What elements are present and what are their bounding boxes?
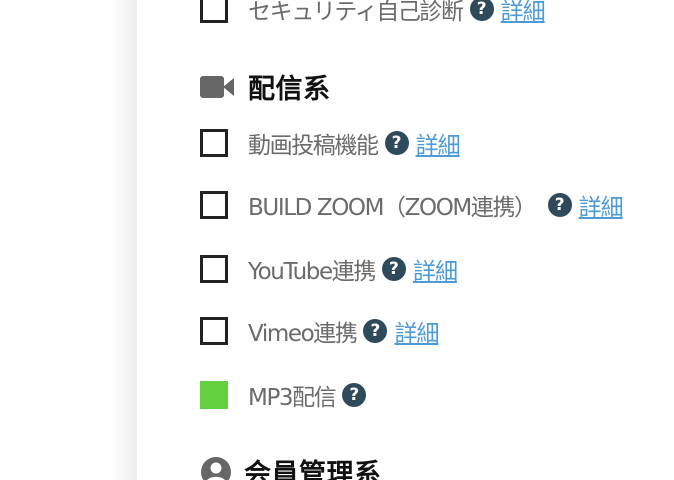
option-label: MP3配信 bbox=[248, 385, 337, 411]
option-row-mp3: MP3配信 ? bbox=[200, 380, 367, 411]
video-camera-icon bbox=[200, 75, 236, 98]
background-overlay bbox=[0, 0, 137, 480]
page: セキュリティ自己診断 ? 詳細 配信系 動画投稿機能 ? 詳細 BUILD ZO… bbox=[0, 0, 674, 480]
option-row-security-check: セキュリティ自己診断 ? 詳細 bbox=[200, 0, 546, 26]
detail-link[interactable]: 詳細 bbox=[501, 0, 546, 26]
help-icon[interactable]: ? bbox=[363, 319, 388, 343]
detail-link[interactable]: 詳細 bbox=[413, 252, 458, 286]
help-icon[interactable]: ? bbox=[384, 131, 409, 155]
option-label: 動画投稿機能 bbox=[248, 133, 379, 159]
option-label: セキュリティ自己診断 bbox=[248, 0, 464, 25]
video-posting-checkbox[interactable] bbox=[200, 129, 228, 157]
section-title: 会員管理系 bbox=[244, 459, 382, 480]
detail-link[interactable]: 詳細 bbox=[579, 188, 624, 222]
user-circle-icon bbox=[201, 456, 231, 480]
help-icon[interactable]: ? bbox=[342, 383, 367, 407]
section-title: 配信系 bbox=[248, 74, 331, 105]
detail-link[interactable]: 詳細 bbox=[416, 126, 461, 160]
section-heading-streaming: 配信系 bbox=[200, 67, 331, 106]
help-icon[interactable]: ? bbox=[547, 193, 572, 217]
build-zoom-checkbox[interactable] bbox=[200, 191, 228, 219]
youtube-checkbox[interactable] bbox=[200, 255, 228, 283]
detail-link[interactable]: 詳細 bbox=[394, 314, 439, 348]
security-check-checkbox[interactable] bbox=[200, 0, 228, 23]
help-icon[interactable]: ? bbox=[469, 0, 494, 21]
help-icon[interactable]: ? bbox=[381, 257, 406, 281]
option-row-youtube: YouTube連携 ? 詳細 bbox=[200, 252, 458, 286]
option-label: Vimeo連携 bbox=[248, 321, 358, 347]
option-label: BUILD ZOOM（ZOOM連携） bbox=[248, 195, 537, 221]
option-row-video-posting: 動画投稿機能 ? 詳細 bbox=[200, 126, 461, 160]
option-label: YouTube連携 bbox=[248, 259, 376, 285]
option-row-vimeo: Vimeo連携 ? 詳細 bbox=[200, 314, 439, 348]
mp3-checkbox[interactable] bbox=[200, 381, 228, 409]
vimeo-checkbox[interactable] bbox=[200, 317, 228, 345]
option-row-build-zoom: BUILD ZOOM（ZOOM連携） ? 詳細 bbox=[200, 188, 624, 222]
section-heading-member: 会員管理系 bbox=[200, 452, 382, 480]
